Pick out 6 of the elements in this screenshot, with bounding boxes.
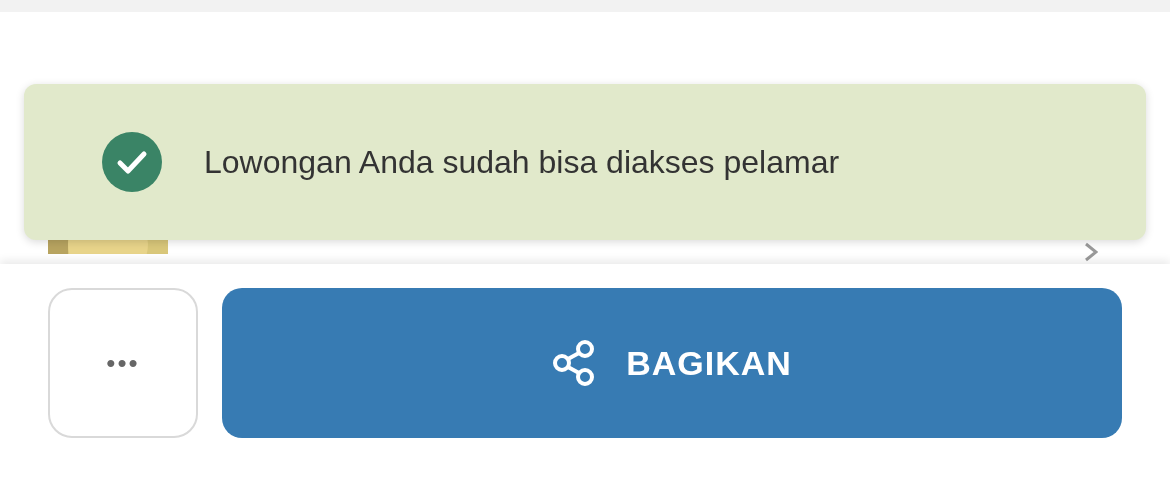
chevron-right-icon bbox=[1084, 242, 1098, 262]
share-button[interactable]: BAGIKAN bbox=[222, 288, 1122, 438]
more-button[interactable]: ••• bbox=[48, 288, 198, 438]
share-icon bbox=[552, 339, 597, 387]
check-circle-icon bbox=[102, 132, 162, 192]
toast-message: Lowongan Anda sudah bisa diakses pelamar bbox=[204, 143, 840, 182]
